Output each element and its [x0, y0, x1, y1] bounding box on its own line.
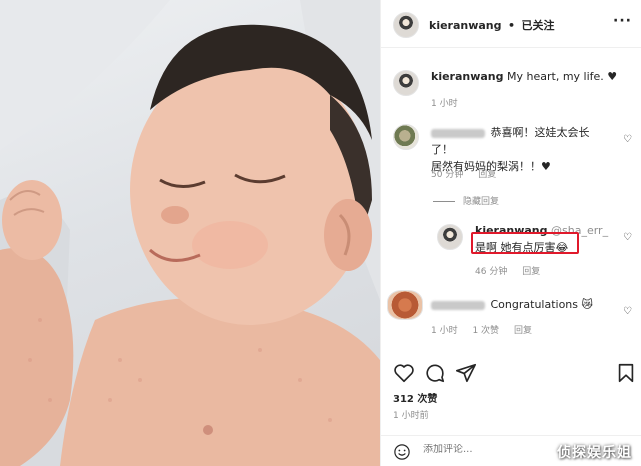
author-username[interactable]: kieranwang	[429, 19, 502, 32]
comment-like-heart-icon[interactable]: ♡	[623, 134, 632, 145]
likes-count[interactable]: 312 次赞	[393, 390, 437, 405]
comment-2-like-heart-icon[interactable]: ♡	[623, 306, 632, 317]
commenter-avatar[interactable]	[393, 124, 419, 150]
post-header: kieranwang • 已关注 ···	[381, 0, 641, 48]
add-comment-bar: 侦探娱乐姐	[381, 435, 641, 466]
heart-outline-icon[interactable]	[393, 362, 415, 384]
reply-reply-button[interactable]: 回复	[522, 267, 540, 277]
comment-item-2: Congratulations 😿	[431, 296, 621, 313]
caption-meta: 1 小时	[431, 96, 470, 109]
comments-list: kieranwang My heart, my life. ♥ 1 小时 恭喜啊…	[381, 48, 641, 350]
comment-2-text: Congratulations 😿	[490, 298, 593, 311]
comment-2-meta: 1 小时 1 次赞 回复	[431, 323, 544, 336]
hide-replies-label[interactable]: 隐藏回复	[463, 197, 499, 207]
reply-button[interactable]: 回复	[478, 170, 496, 180]
comment-2-reply-button[interactable]: 回复	[514, 326, 532, 336]
comment-input[interactable]	[423, 444, 553, 455]
caption: kieranwang My heart, my life. ♥	[431, 68, 631, 85]
comment-2-likes[interactable]: 1 次赞	[472, 326, 499, 336]
bookmark-icon[interactable]	[615, 362, 637, 384]
header-user-line: kieranwang • 已关注	[429, 17, 555, 33]
reply-meta: 46 分钟 回复	[475, 264, 552, 277]
posted-time: 1 小时前	[393, 411, 429, 421]
reply-avatar[interactable]	[437, 224, 463, 250]
blurred-username	[431, 128, 485, 138]
emoji-smile-icon[interactable]	[393, 443, 411, 461]
highlight-box	[471, 232, 579, 254]
post-photo[interactable]	[0, 0, 380, 466]
hide-replies-toggle[interactable]: 隐藏回复	[433, 194, 499, 207]
caption-username[interactable]: kieranwang	[431, 70, 504, 83]
commenter-avatar-2[interactable]	[387, 290, 423, 320]
comment-bubble-icon[interactable]	[424, 362, 446, 384]
more-options-icon[interactable]: ···	[613, 13, 632, 29]
baby-photo-illustration	[0, 0, 380, 466]
author-avatar[interactable]	[393, 12, 419, 38]
comment-time: 50 分钟	[431, 170, 464, 180]
reply-time: 46 分钟	[475, 267, 508, 277]
toggle-line	[433, 201, 455, 202]
caption-time: 1 小时	[431, 99, 458, 109]
post-actions: 312 次赞 1 小时前	[381, 356, 641, 436]
reply-like-heart-icon[interactable]: ♡	[623, 232, 632, 243]
paper-plane-icon[interactable]	[455, 362, 477, 384]
separator-dot: •	[508, 19, 516, 32]
blurred-username-2	[431, 300, 485, 310]
watermark: 侦探娱乐姐	[557, 445, 632, 461]
comment-2-time: 1 小时	[431, 326, 458, 336]
caption-text: My heart, my life. ♥	[507, 70, 618, 83]
follow-status-button[interactable]: 已关注	[522, 19, 555, 32]
comment-meta: 50 分钟 回复	[431, 167, 508, 180]
caption-avatar[interactable]	[393, 70, 419, 96]
